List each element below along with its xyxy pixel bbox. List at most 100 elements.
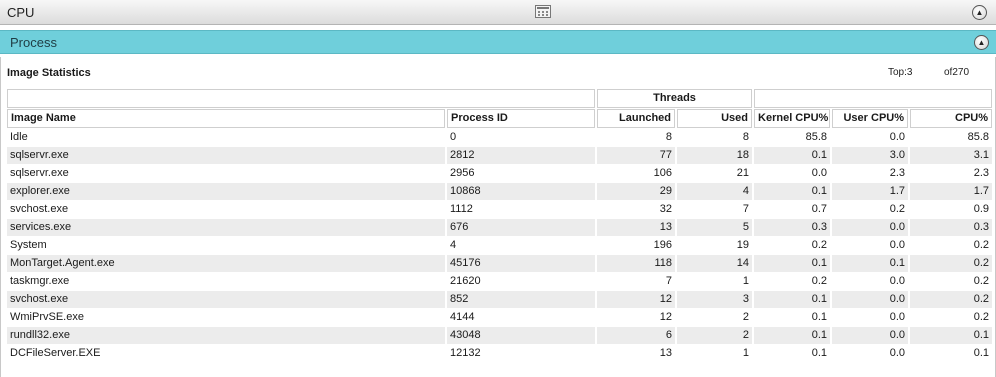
kernel-cpu-cell: 0.2 (754, 237, 831, 254)
cpu-cell: 2.3 (910, 165, 993, 182)
image-name-cell: services.exe (7, 219, 445, 236)
image-name-cell: System (7, 237, 445, 254)
user-cpu-cell: 0.1 (832, 255, 909, 272)
cpu-cell: 0.2 (910, 237, 993, 254)
image-name-cell: explorer.exe (7, 183, 445, 200)
column-header-used[interactable]: Used (677, 109, 753, 128)
kernel-cpu-cell: 0.0 (754, 165, 831, 182)
process-id-cell: 43048 (447, 327, 595, 344)
used-cell: 1 (677, 345, 753, 362)
column-header-image-name[interactable]: Image Name (7, 109, 445, 128)
used-cell: 5 (677, 219, 753, 236)
launched-cell: 118 (597, 255, 675, 272)
kernel-cpu-cell: 0.1 (754, 255, 831, 272)
process-id-cell: 4 (447, 237, 595, 254)
cpu-cell: 0.2 (910, 291, 993, 308)
top-count-control[interactable]: Top:3 (888, 67, 912, 78)
image-name-cell: svchost.exe (7, 291, 445, 308)
user-cpu-cell: 0.0 (832, 129, 909, 146)
top-label: Top: (888, 67, 907, 78)
user-cpu-cell: 2.3 (832, 165, 909, 182)
table-row[interactable]: sqlservr.exe 2956 106 21 0.0 2.3 2.3 (7, 165, 993, 182)
cpu-cell: 1.7 (910, 183, 993, 200)
kernel-cpu-cell: 0.1 (754, 183, 831, 200)
process-collapse-button[interactable]: ▲ (974, 35, 989, 50)
user-cpu-cell: 0.0 (832, 273, 909, 290)
cpu-cell: 0.2 (910, 255, 993, 272)
user-cpu-cell: 0.0 (832, 291, 909, 308)
cpu-cell: 0.1 (910, 345, 993, 362)
user-cpu-cell: 0.0 (832, 345, 909, 362)
used-cell: 4 (677, 183, 753, 200)
cpu-section-header[interactable]: CPU ▲ (0, 0, 996, 25)
kernel-cpu-cell: 0.2 (754, 273, 831, 290)
column-header-launched[interactable]: Launched (597, 109, 675, 128)
user-cpu-cell: 0.0 (832, 237, 909, 254)
image-name-cell: WmiPrvSE.exe (7, 309, 445, 326)
kernel-cpu-cell: 0.1 (754, 147, 831, 164)
image-name-cell: taskmgr.exe (7, 273, 445, 290)
table-row[interactable]: MonTarget.Agent.exe 45176 118 14 0.1 0.1 0.2 (7, 255, 993, 272)
image-name-cell: DCFileServer.EXE (7, 345, 445, 362)
kernel-cpu-cell: 0.1 (754, 291, 831, 308)
cpu-cell: 0.2 (910, 309, 993, 326)
column-header-cpu[interactable]: CPU% (910, 109, 993, 128)
table-row[interactable]: System 4 196 19 0.2 0.0 0.2 (7, 237, 993, 254)
process-section-header[interactable]: Process ▲ (0, 30, 996, 54)
used-cell: 7 (677, 201, 753, 218)
cpu-cell: 85.8 (910, 129, 993, 146)
column-header-row: Image Name Process ID Launched Used Kern… (7, 109, 993, 128)
cpu-cell: 0.9 (910, 201, 993, 218)
table-row[interactable]: svchost.exe 1112 32 7 0.7 0.2 0.9 (7, 201, 993, 218)
column-header-kernel-cpu[interactable]: Kernel CPU% (754, 109, 831, 128)
launched-cell: 7 (597, 273, 675, 290)
user-cpu-cell: 0.0 (832, 219, 909, 236)
used-cell: 18 (677, 147, 753, 164)
launched-cell: 6 (597, 327, 675, 344)
kernel-cpu-cell: 0.1 (754, 309, 831, 326)
process-id-cell: 4144 (447, 309, 595, 326)
user-cpu-cell: 3.0 (832, 147, 909, 164)
used-cell: 3 (677, 291, 753, 308)
image-name-cell: sqlservr.exe (7, 147, 445, 164)
used-cell: 14 (677, 255, 753, 272)
table-row[interactable]: services.exe 676 13 5 0.3 0.0 0.3 (7, 219, 993, 236)
threads-group-header: Threads (597, 89, 753, 108)
image-statistics-title: Image Statistics (7, 67, 91, 79)
table-row[interactable]: taskmgr.exe 21620 7 1 0.2 0.0 0.2 (7, 273, 993, 290)
table-row[interactable]: sqlservr.exe 2812 77 18 0.1 3.0 3.1 (7, 147, 993, 164)
cpu-cell: 0.1 (910, 327, 993, 344)
user-cpu-cell: 0.2 (832, 201, 909, 218)
top-value[interactable]: 3 (907, 67, 913, 78)
process-id-cell: 2956 (447, 165, 595, 182)
column-header-process-id[interactable]: Process ID (447, 109, 595, 128)
table-row[interactable]: rundll32.exe 43048 6 2 0.1 0.0 0.1 (7, 327, 993, 344)
launched-cell: 12 (597, 291, 675, 308)
process-id-cell: 45176 (447, 255, 595, 272)
table-row[interactable]: svchost.exe 852 12 3 0.1 0.0 0.2 (7, 291, 993, 308)
image-name-cell: Idle (7, 129, 445, 146)
image-name-cell: sqlservr.exe (7, 165, 445, 182)
calculator-icon[interactable] (535, 5, 551, 18)
cpu-collapse-button[interactable]: ▲ (972, 5, 987, 20)
table-row[interactable]: WmiPrvSE.exe 4144 12 2 0.1 0.0 0.2 (7, 309, 993, 326)
table-row[interactable]: Idle 0 8 8 85.8 0.0 85.8 (7, 129, 993, 146)
column-header-user-cpu[interactable]: User CPU% (832, 109, 909, 128)
user-cpu-cell: 0.0 (832, 327, 909, 344)
table-row[interactable]: DCFileServer.EXE 12132 13 1 0.1 0.0 0.1 (7, 345, 993, 362)
launched-cell: 32 (597, 201, 675, 218)
used-cell: 2 (677, 309, 753, 326)
table-row[interactable]: explorer.exe 10868 29 4 0.1 1.7 1.7 (7, 183, 993, 200)
launched-cell: 12 (597, 309, 675, 326)
user-cpu-cell: 0.0 (832, 309, 909, 326)
cpu-section-title: CPU (7, 5, 35, 20)
launched-cell: 29 (597, 183, 675, 200)
process-id-cell: 10868 (447, 183, 595, 200)
image-name-cell: rundll32.exe (7, 327, 445, 344)
launched-cell: 13 (597, 219, 675, 236)
group-header-blank (7, 89, 595, 108)
cpu-cell: 0.2 (910, 273, 993, 290)
process-id-cell: 676 (447, 219, 595, 236)
launched-cell: 77 (597, 147, 675, 164)
image-name-cell: svchost.exe (7, 201, 445, 218)
